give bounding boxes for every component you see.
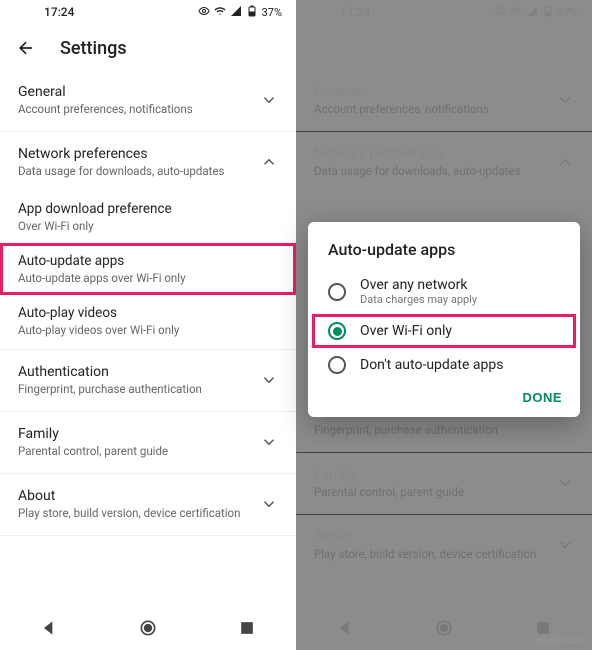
divider bbox=[0, 131, 296, 132]
chevron-down-icon bbox=[260, 91, 278, 109]
phone-right: 17:24 37% Settings General Account prefe… bbox=[296, 0, 592, 650]
battery-percent: 37% bbox=[262, 6, 282, 19]
item-autoplay-videos[interactable]: Auto-play videos Auto-play videos over W… bbox=[0, 295, 296, 347]
nav-bar bbox=[0, 606, 296, 650]
sublabel: Data usage for downloads, auto-updates bbox=[18, 164, 224, 179]
sublabel: Play store, build version, device certif… bbox=[18, 506, 240, 521]
auto-update-dialog: Auto-update apps Over any network Data c… bbox=[308, 222, 580, 417]
radio-icon bbox=[328, 283, 346, 301]
sublabel: Auto-play videos over Wi-Fi only bbox=[18, 323, 278, 337]
radio-over-wifi-only[interactable]: Over Wi-Fi only bbox=[312, 314, 576, 348]
sublabel: Parental control, parent guide bbox=[18, 444, 168, 459]
sublabel: Account preferences, notifications bbox=[18, 102, 193, 117]
chevron-up-icon bbox=[260, 153, 278, 171]
radio-sublabel: Data charges may apply bbox=[360, 293, 477, 306]
settings-list: General Account preferences, notificatio… bbox=[0, 72, 296, 606]
label: Auto-update apps bbox=[18, 253, 278, 269]
divider bbox=[0, 411, 296, 412]
sublabel: Auto-update apps over Wi-Fi only bbox=[18, 271, 278, 285]
section-about[interactable]: About Play store, build version, device … bbox=[0, 476, 296, 533]
radio-icon bbox=[328, 356, 346, 374]
label: About bbox=[18, 488, 240, 504]
done-button[interactable]: DONE bbox=[522, 390, 562, 405]
page-title: Settings bbox=[60, 38, 127, 59]
radio-over-any-network[interactable]: Over any network Data charges may apply bbox=[308, 269, 580, 314]
section-authentication[interactable]: Authentication Fingerprint, purchase aut… bbox=[0, 352, 296, 409]
battery-icon bbox=[246, 5, 258, 20]
nav-back-icon[interactable] bbox=[39, 618, 59, 638]
section-family[interactable]: Family Parental control, parent guide bbox=[0, 414, 296, 471]
status-icons: 37% bbox=[198, 5, 282, 20]
radio-dont-auto-update[interactable]: Don't auto-update apps bbox=[308, 348, 580, 382]
nav-recent-icon[interactable] bbox=[237, 618, 257, 638]
app-bar: Settings bbox=[0, 24, 296, 72]
radio-label: Over Wi-Fi only bbox=[360, 323, 452, 339]
status-time: 17:24 bbox=[44, 5, 74, 19]
sublabel: Fingerprint, purchase authentication bbox=[18, 382, 202, 397]
chevron-down-icon bbox=[260, 495, 278, 513]
divider bbox=[0, 535, 296, 536]
divider bbox=[0, 473, 296, 474]
phone-left: 17:24 37% Settings bbox=[0, 0, 296, 650]
label: App download preference bbox=[18, 201, 278, 217]
signal-icon bbox=[230, 5, 242, 20]
eye-icon bbox=[198, 5, 210, 20]
dialog-title: Auto-update apps bbox=[308, 240, 580, 269]
label: Family bbox=[18, 426, 168, 442]
nav-home-icon[interactable] bbox=[138, 618, 158, 638]
item-download-pref[interactable]: App download preference Over Wi-Fi only bbox=[0, 191, 296, 243]
status-bar: 17:24 37% bbox=[0, 0, 296, 24]
chevron-down-icon bbox=[260, 371, 278, 389]
wifi-icon bbox=[214, 5, 226, 20]
section-general[interactable]: General Account preferences, notificatio… bbox=[0, 72, 296, 129]
label: Network preferences bbox=[18, 146, 224, 162]
label: Authentication bbox=[18, 364, 202, 380]
back-icon[interactable] bbox=[16, 38, 36, 58]
divider bbox=[0, 349, 296, 350]
radio-label: Over any network bbox=[360, 277, 477, 293]
radio-label: Don't auto-update apps bbox=[360, 357, 503, 373]
label: Auto-play videos bbox=[18, 305, 278, 321]
section-network[interactable]: Network preferences Data usage for downl… bbox=[0, 134, 296, 191]
label: General bbox=[18, 84, 193, 100]
chevron-down-icon bbox=[260, 433, 278, 451]
sublabel: Over Wi-Fi only bbox=[18, 219, 278, 233]
item-auto-update-apps[interactable]: Auto-update apps Auto-update apps over W… bbox=[0, 243, 296, 295]
radio-icon-selected bbox=[328, 322, 346, 340]
watermark: wsxdn.com bbox=[535, 635, 586, 646]
